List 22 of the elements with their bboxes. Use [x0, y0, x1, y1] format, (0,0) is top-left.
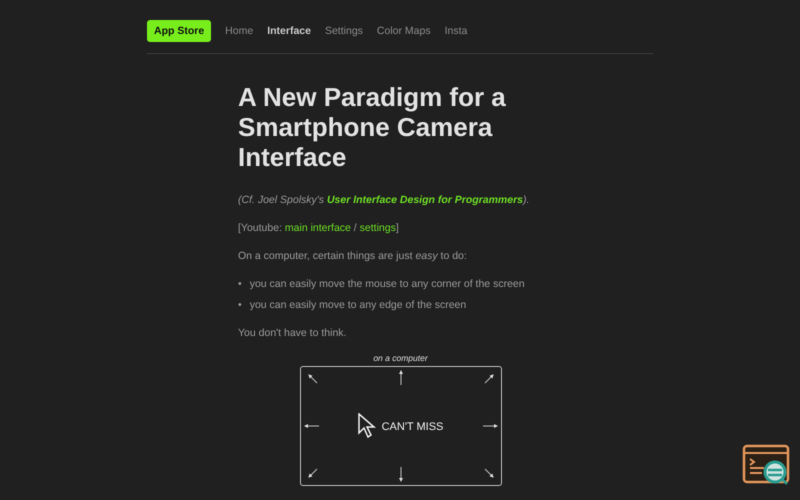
bullet-marker: •	[238, 277, 242, 292]
text-link[interactable]: settings	[360, 222, 396, 234]
citation-text: (Cf. Joel Spolsky's User Interface Design for Programmers).	[238, 193, 530, 208]
bullet-marker: •	[238, 298, 242, 313]
text-link[interactable]: main interface	[284, 222, 351, 234]
nav-link[interactable]: Color Maps	[376, 25, 431, 37]
browser-search-icon[interactable]	[742, 444, 790, 486]
paragraph: On a computer, certain things are just easy to do:	[238, 249, 468, 264]
cursor-icon	[358, 413, 376, 439]
figure-caption: on a computer	[373, 353, 428, 363]
article-title: A New Paradigm for a Smartphone Camera Interface	[238, 82, 507, 172]
figure-label: CAN'T MISS	[382, 421, 444, 433]
bullet-item: you can easily move to any edge of the screen	[250, 298, 466, 313]
app-store-button[interactable]: App Store	[147, 20, 212, 42]
paragraph: [Youtube: main interface / settings]	[238, 221, 400, 236]
text-link[interactable]: User Interface Design for Programmers	[326, 194, 524, 206]
nav-link[interactable]: Insta	[444, 25, 468, 37]
paragraph: You don't have to think.	[238, 326, 348, 341]
nav-link[interactable]: Interface	[267, 25, 311, 37]
bullet-item: you can easily move the mouse to any corner of the screen	[250, 277, 525, 292]
nav-link[interactable]: Settings	[324, 25, 363, 37]
nav-link[interactable]: Home	[225, 25, 254, 37]
